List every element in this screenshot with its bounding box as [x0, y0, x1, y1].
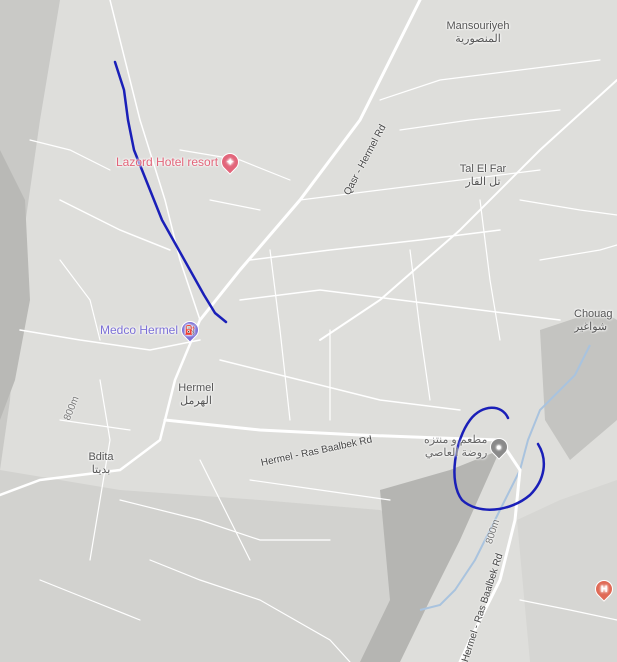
place-bdita-ar: بديتا	[91, 464, 111, 476]
hotel-icon: ✦	[218, 150, 242, 174]
place-mansouriyeh-ar: المنصورية	[455, 33, 501, 45]
poi-medco-hermel[interactable]: Medco Hermel ⛽	[100, 318, 202, 342]
hospital-glyph: H	[600, 584, 608, 594]
place-chouag[interactable]: Chouag شواغير	[574, 308, 617, 334]
place-hermel-en: Hermel	[178, 382, 214, 394]
poi-restaurant-label-1: مطعم و منتزه	[424, 434, 488, 446]
place-tal-el-far-ar: تل الفار	[465, 176, 501, 188]
map-canvas[interactable]: Mansouriyeh المنصورية Tal El Far تل الفا…	[0, 0, 617, 662]
poi-restaurant[interactable]: مطعم و منتزه روضة العاصي ●	[424, 434, 511, 460]
poi-lazord-hotel-label: Lazord Hotel resort	[116, 155, 219, 169]
pin-icon: ●	[488, 435, 511, 459]
fuel-icon: ⛽	[178, 318, 202, 342]
place-tal-el-far-en: Tal El Far	[459, 163, 507, 175]
place-hermel[interactable]: Hermel الهرمل	[166, 382, 226, 408]
hospital-icon: H	[592, 577, 616, 601]
map-base	[0, 0, 617, 662]
poi-medco-hermel-label: Medco Hermel	[100, 323, 179, 337]
place-mansouriyeh[interactable]: Mansouriyeh المنصورية	[438, 20, 518, 46]
place-hermel-ar: الهرمل	[180, 395, 212, 407]
place-chouag-ar: شواغير	[574, 321, 608, 333]
place-mansouriyeh-en: Mansouriyeh	[446, 20, 510, 32]
place-bdita[interactable]: Bdita بديتا	[76, 451, 126, 477]
place-chouag-en: Chouag	[574, 308, 613, 320]
place-bdita-en: Bdita	[88, 451, 114, 463]
poi-hospital[interactable]: H	[592, 577, 616, 601]
place-tal-el-far[interactable]: Tal El Far تل الفار	[448, 163, 518, 189]
poi-lazord-hotel[interactable]: Lazord Hotel resort ✦	[116, 150, 242, 174]
poi-restaurant-label-2: روضة العاصي	[424, 447, 488, 459]
